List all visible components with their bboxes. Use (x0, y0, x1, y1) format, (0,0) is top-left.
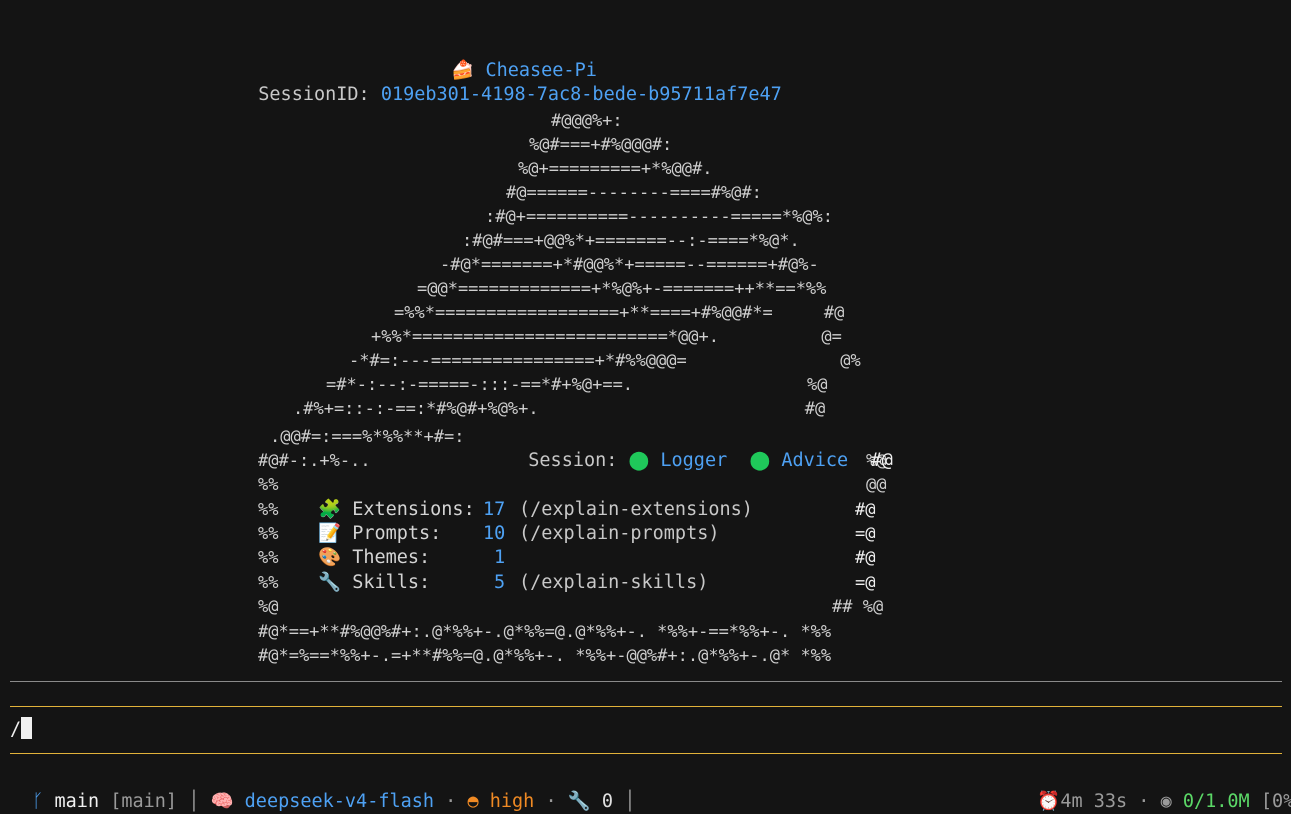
stat-count: 1 (494, 547, 506, 568)
session-item-logger: Logger (660, 450, 728, 471)
art-line: :#@+==========----------=====*%@%: (485, 207, 833, 227)
stat-row-skills: 🔧 Skills: (318, 571, 430, 595)
puzzle-icon: 🧩 (318, 499, 342, 520)
memo-icon: 📝 (318, 523, 342, 544)
session-row: Session: ⬤ Logger ⬤ Advice #@ (506, 425, 893, 473)
stat-row-prompts: 📝 Prompts: (318, 522, 441, 546)
stat-label: Skills: (352, 572, 431, 593)
session-label: Session: (528, 450, 618, 471)
stat-count: 17 (483, 499, 506, 520)
art-line: #@#-:.+%-.. (258, 451, 371, 471)
art-line: %@+=========+*%@@#. (518, 159, 713, 179)
art-line: :#@#===+@@%*+=======--:-====*%@*. (462, 231, 800, 251)
prompt-input[interactable]: / (10, 717, 33, 742)
art-line: %@ (258, 597, 279, 617)
wrench-icon: 🔧 (318, 572, 342, 593)
session-id-label: SessionID: (258, 84, 370, 105)
art-line: =%%*==================+**====+#%@@#*= #@ (394, 303, 845, 323)
art-right: =@ (855, 573, 876, 593)
art-line: %% (258, 548, 279, 568)
palette-icon: 🎨 (318, 547, 342, 568)
art-line: #@*==+**#%@@%#+:.@*%%+-.@*%%=@.@*%%+-. *… (258, 622, 832, 642)
art-line: -*#=:---================+*#%%@@@= @% (349, 351, 861, 371)
art-right: #@ (855, 548, 876, 568)
status-dot-icon: ⬤ (749, 450, 771, 471)
stat-count: 5 (494, 572, 506, 593)
status-bar-left: ᚴ main [main] │ 🧠 deepseek-v4-flash · ◓ … (10, 766, 635, 814)
art-line: #@======--------====#%@#: (506, 183, 762, 203)
art-line: .@@#=:===%*%%**+#=: (270, 427, 465, 447)
stat-count: 10 (483, 523, 506, 544)
art-line: +%%*=========================*@@+. @= (371, 327, 842, 347)
art-line: #@@@%+: (551, 111, 623, 131)
stat-label: Prompts: (352, 523, 442, 544)
divider (10, 681, 1282, 682)
stat-hint: (/explain-skills) (519, 572, 709, 593)
session-id-row: SessionID: 019eb301-4198-7ac8-bede-b9571… (236, 59, 782, 107)
art-line: =#*-:--:-=====-:::-==*#+%@+==. %@ (326, 375, 828, 395)
art-right: =@ (855, 524, 876, 544)
art-line: .#%+=::-:-==:*#%@#+%@%+. #@ (293, 399, 826, 419)
art-line: #@*=%==*%%+-.=+**#%%=@.@*%%+-. *%%+-@@%#… (258, 646, 832, 666)
art-line: -#@*=======+*#@@%*+=====--======+#@%- (440, 255, 819, 275)
divider-input-bottom (10, 753, 1282, 754)
stat-label: Extensions: (352, 499, 475, 520)
art-right: @@ (866, 475, 887, 495)
art-line: %% (258, 475, 279, 495)
art-line: %% (258, 573, 279, 593)
stat-row-themes: 🎨 Themes: (318, 546, 430, 570)
stat-hint: (/explain-prompts) (519, 523, 720, 544)
art-right: ## %@ (832, 597, 884, 617)
input-text: / (10, 719, 22, 740)
art-line: =@@*=============+*%@%+-=======++**==*%% (417, 279, 827, 299)
stat-label: Themes: (352, 547, 431, 568)
session-id-value: 019eb301-4198-7ac8-bede-b95711af7e47 (380, 84, 782, 105)
art-right: #@ (870, 450, 893, 471)
session-item-advice: Advice (781, 450, 849, 471)
art-line: %@#===+#%@@@#: (529, 135, 673, 155)
stat-hint: (/explain-extensions) (519, 499, 753, 520)
text-cursor (21, 717, 33, 739)
art-line: %% (258, 524, 279, 544)
status-dot-icon: ⬤ (628, 450, 650, 471)
art-line: %% (258, 500, 279, 520)
stat-row-extensions: 🧩 Extensions: (318, 498, 475, 522)
status-bar-right: ⏰4m 33s · ◉ 0/1.0M [0%] (1015, 766, 1291, 814)
divider-input-top (10, 706, 1282, 707)
art-right: #@ (855, 500, 876, 520)
